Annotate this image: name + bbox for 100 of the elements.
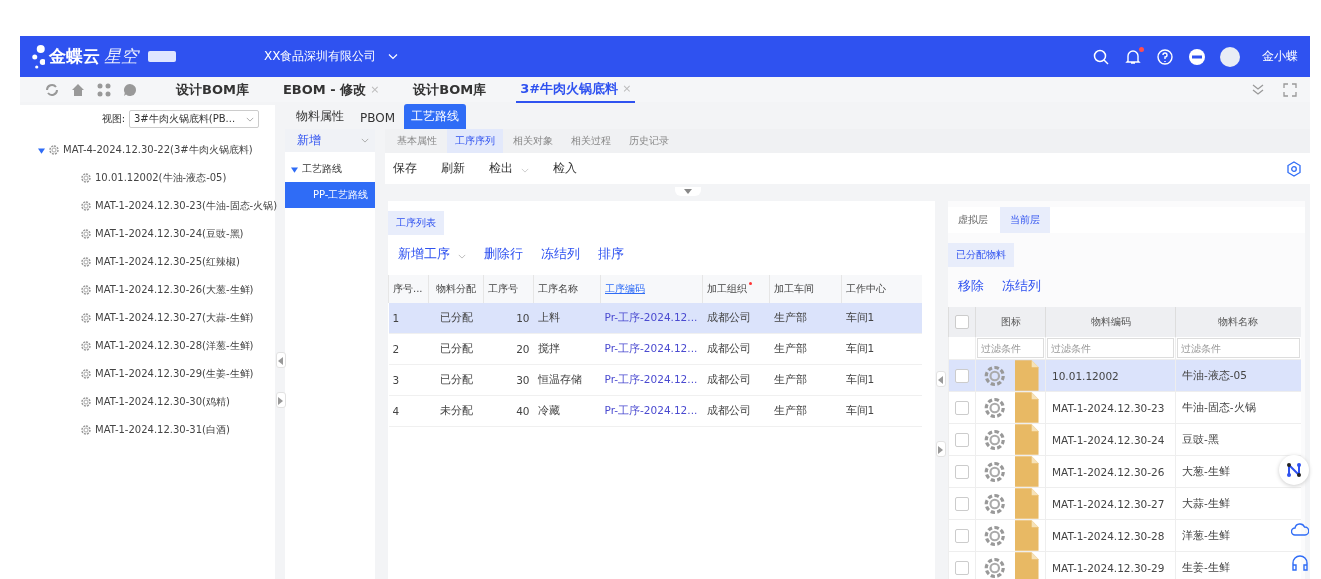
tree-item[interactable]: MAT-1-2024.12.30-25(红辣椒): [95, 255, 240, 269]
document-tab[interactable]: EBOM - 修改 ×: [278, 77, 384, 102]
view-select[interactable]: 3#牛肉火锅底料(PB...: [129, 110, 259, 128]
table-cell: 恒温存储: [533, 364, 601, 396]
table-cell: 已分配: [428, 303, 484, 334]
column-header[interactable]: 物料编码: [1045, 307, 1176, 337]
headset-icon[interactable]: [1291, 555, 1309, 571]
table-cell[interactable]: Pr-工序-2024.12...: [600, 303, 703, 334]
tree-item[interactable]: PP-工艺路线: [285, 182, 375, 208]
tree-item[interactable]: MAT-1-2024.12.30-24(豆豉-黑): [95, 227, 244, 241]
tab[interactable]: 工艺路线: [404, 104, 467, 129]
action-link[interactable]: 排序: [598, 245, 624, 263]
column-header[interactable]: 图标: [975, 307, 1046, 337]
column-header[interactable]: 物料分配: [428, 275, 484, 303]
tab[interactable]: 虚拟层: [948, 207, 998, 233]
checkbox[interactable]: [955, 315, 969, 329]
collapse-handle[interactable]: [675, 187, 701, 196]
gear-icon: [80, 340, 92, 352]
bell-icon[interactable]: [1124, 47, 1142, 66]
toolbar-button[interactable]: 刷新: [441, 160, 465, 177]
toolbar-button[interactable]: 保存: [393, 160, 417, 177]
tree-item[interactable]: MAT-1-2024.12.30-30(鸡精): [95, 395, 230, 409]
tree-item[interactable]: MAT-1-2024.12.30-27(大蒜-生鲜): [95, 311, 254, 325]
column-header[interactable]: 工作中心: [841, 275, 922, 303]
tree-item[interactable]: MAT-1-2024.12.30-23(牛油-固态-火锅): [95, 199, 278, 213]
checkbox[interactable]: [955, 528, 969, 543]
action-link[interactable]: 移除: [958, 277, 984, 295]
tree-item[interactable]: MAT-1-2024.12.30-28(洋葱-生鲜): [95, 339, 254, 353]
tree-item[interactable]: MAT-4-2024.12.30-22(3#牛肉火锅底料): [63, 143, 253, 157]
company-name[interactable]: XX食品深圳有限公司: [264, 48, 377, 65]
checkbox[interactable]: [955, 400, 969, 415]
column-header[interactable]: 加工组织: [702, 275, 770, 303]
column-header[interactable]: 工序名称: [533, 275, 601, 303]
action-link[interactable]: 新增工序: [398, 245, 466, 263]
gear-icon: [80, 200, 92, 212]
table-cell: 车间1: [841, 303, 922, 334]
tab[interactable]: 物料属性: [289, 104, 351, 129]
tab[interactable]: PBOM: [353, 107, 403, 129]
tab[interactable]: 当前层: [1000, 207, 1050, 233]
collapse-handle[interactable]: [936, 441, 946, 457]
table-cell: 40: [483, 395, 534, 427]
checkbox[interactable]: [955, 368, 969, 383]
action-link[interactable]: 冻结列: [541, 245, 580, 263]
column-header[interactable]: 工序编码: [600, 275, 703, 303]
user-name[interactable]: 金小蝶: [1262, 48, 1298, 65]
help-icon[interactable]: [1156, 47, 1174, 66]
tab[interactable]: 工序序列: [447, 129, 503, 153]
checkbox[interactable]: [955, 560, 969, 575]
tree-item[interactable]: 工艺路线: [302, 162, 342, 176]
table-cell[interactable]: Pr-工序-2024.12...: [600, 395, 703, 427]
column-header[interactable]: 工序号: [483, 275, 534, 303]
home-icon[interactable]: [70, 81, 86, 98]
section-tab[interactable]: 已分配物料: [948, 243, 1014, 267]
gear-icon: [48, 144, 60, 156]
fullscreen-icon[interactable]: [1282, 81, 1298, 98]
minus-circle-icon[interactable]: [1188, 47, 1206, 66]
column-header[interactable]: 加工车间: [769, 275, 842, 303]
toolbar-button[interactable]: 检出: [489, 160, 529, 177]
filter-field[interactable]: 过滤条件: [1177, 338, 1300, 358]
document-icon: [1015, 360, 1039, 391]
checkbox[interactable]: [955, 496, 969, 511]
checkbox[interactable]: [955, 464, 969, 479]
add-button[interactable]: 新增: [285, 129, 375, 152]
table-cell: 成都公司: [702, 395, 770, 427]
gear-icon: [80, 396, 92, 408]
checkbox[interactable]: [955, 432, 969, 447]
chevron-down-icon[interactable]: [246, 116, 254, 122]
table-cell: 生姜-生鲜: [1175, 551, 1301, 579]
document-tab[interactable]: 设计BOM库: [409, 77, 491, 102]
action-link[interactable]: 冻结列: [1002, 277, 1041, 295]
table-cell[interactable]: Pr-工序-2024.12...: [600, 333, 703, 365]
table-cell: 成都公司: [702, 333, 770, 365]
expanded-triangle-icon[interactable]: [38, 147, 45, 154]
apps-icon[interactable]: [96, 81, 112, 98]
refresh-icon[interactable]: [44, 81, 60, 98]
tree-item[interactable]: MAT-1-2024.12.30-29(生姜-生鲜): [95, 367, 254, 381]
filter-field[interactable]: 过滤条件: [977, 338, 1044, 358]
tree-item[interactable]: MAT-1-2024.12.30-31(白酒): [95, 423, 230, 437]
action-link[interactable]: 删除行: [484, 245, 523, 263]
tree-item[interactable]: 10.01.12002(牛油-液态-05): [95, 171, 227, 185]
column-header[interactable]: 序号...: [388, 275, 429, 303]
column-header[interactable]: 物料名称: [1175, 307, 1301, 337]
document-tab[interactable]: 设计BOM库: [172, 77, 253, 102]
chat-icon[interactable]: [122, 81, 138, 98]
tree-item[interactable]: MAT-1-2024.12.30-26(大葱-生鲜): [95, 283, 254, 297]
expanded-triangle-icon[interactable]: [291, 166, 298, 173]
settings-icon[interactable]: [1286, 160, 1302, 177]
collapse-handle[interactable]: [936, 371, 946, 387]
table-cell: 10.01.12002: [1045, 359, 1176, 392]
document-icon: [1015, 392, 1039, 423]
cloud-icon[interactable]: [1291, 522, 1309, 536]
table-cell: 10: [483, 303, 534, 334]
brand-subtitle: 星空: [104, 45, 138, 68]
user-avatar[interactable]: [1220, 46, 1240, 67]
section-tab[interactable]: 工序列表: [388, 211, 444, 235]
edition-badge: [148, 51, 176, 62]
table-cell[interactable]: Pr-工序-2024.12...: [600, 364, 703, 396]
toolbar-button[interactable]: 检入: [553, 160, 577, 177]
filter-field[interactable]: 过滤条件: [1047, 338, 1174, 358]
search-icon[interactable]: [1092, 47, 1110, 66]
